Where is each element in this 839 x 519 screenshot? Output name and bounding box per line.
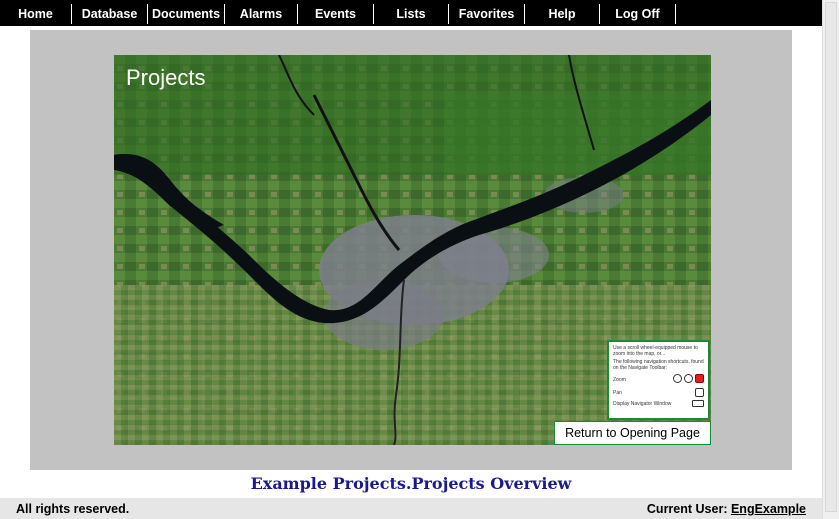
rights-text: All rights reserved.	[16, 502, 130, 516]
nav-alarms[interactable]: Alarms	[225, 4, 298, 24]
footer-bar: All rights reserved. Current User: EngEx…	[0, 498, 822, 519]
vertical-scrollbar[interactable]	[822, 0, 839, 519]
nav-home[interactable]: Home	[0, 4, 72, 24]
zoom-label: Zoom	[613, 376, 626, 383]
help-intro: Use a scroll wheel-equipped mouse to zoo…	[613, 345, 698, 357]
nav-lists[interactable]: Lists	[374, 4, 449, 24]
current-user: Current User: EngExample	[647, 502, 806, 516]
scrollbar-thumb[interactable]	[825, 2, 837, 512]
navigator-window-icon[interactable]	[692, 400, 704, 407]
zoom-out-icon[interactable]	[684, 374, 693, 383]
pan-row: Pan	[613, 388, 704, 397]
map-title: Projects	[126, 65, 206, 90]
zoom-row: Zoom	[613, 374, 704, 385]
nav-database[interactable]: Database	[72, 4, 148, 24]
return-to-opening-page-button[interactable]: Return to Opening Page	[554, 421, 711, 445]
top-nav-bar: Home Database Documents Alarms Events Li…	[0, 0, 822, 26]
zoom-area-icon[interactable]	[695, 374, 704, 383]
navigator-label: Display Navigator Window	[613, 400, 672, 407]
help-shortcuts-intro: The following navigation shortcuts, foun…	[613, 359, 704, 371]
pan-hand-icon[interactable]	[695, 388, 704, 397]
nav-help[interactable]: Help	[525, 4, 600, 24]
pan-label: Pan	[613, 389, 622, 396]
nav-log-off[interactable]: Log Off	[600, 4, 676, 24]
current-user-label: Current User:	[646, 502, 728, 516]
nav-events[interactable]: Events	[298, 4, 374, 24]
navigator-row: Display Navigator Window	[613, 400, 704, 407]
nav-documents[interactable]: Documents	[148, 4, 225, 24]
page-caption: Example Projects.Projects Overview	[250, 474, 572, 493]
current-user-link[interactable]: EngExample	[731, 502, 806, 516]
zoom-in-icon[interactable]	[673, 374, 682, 383]
navigation-help-box: Use a scroll wheel-equipped mouse to zoo…	[607, 340, 710, 420]
nav-favorites[interactable]: Favorites	[449, 4, 525, 24]
